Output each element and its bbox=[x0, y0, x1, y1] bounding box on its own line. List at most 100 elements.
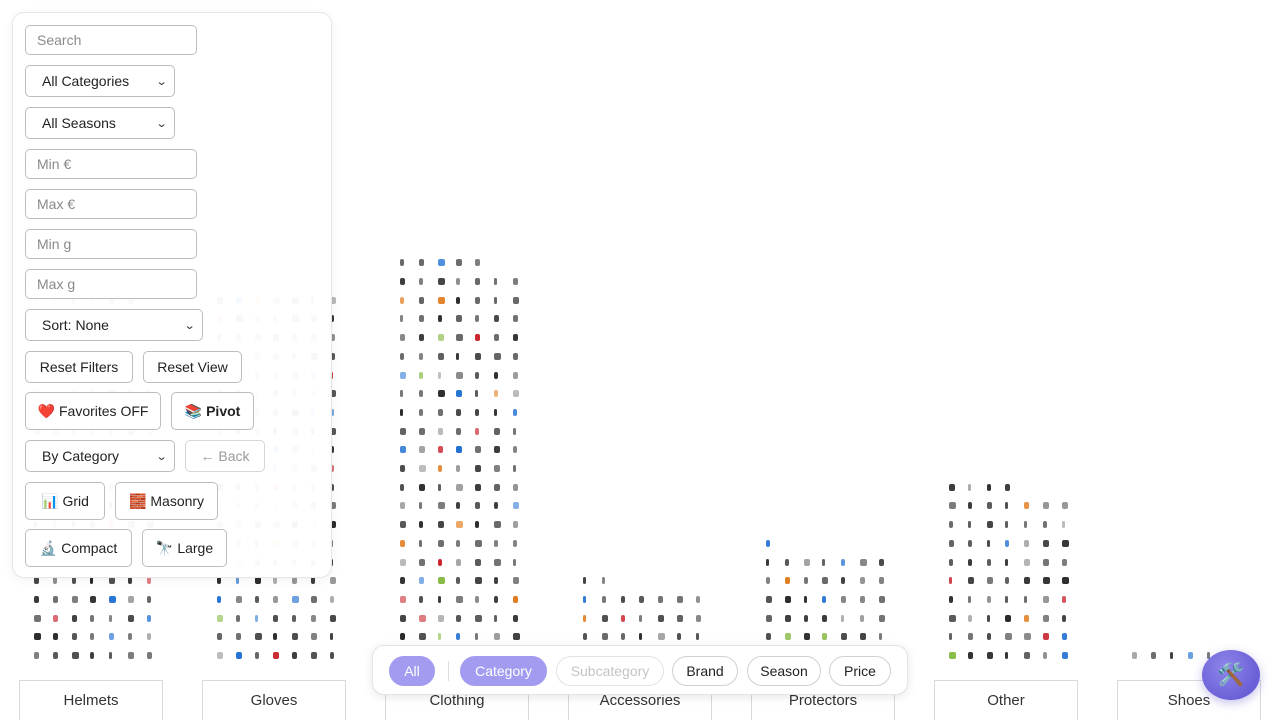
product-thumbnail[interactable] bbox=[90, 577, 94, 585]
product-thumbnail[interactable] bbox=[494, 595, 498, 603]
product-thumbnail[interactable] bbox=[311, 577, 315, 585]
product-thumbnail[interactable] bbox=[784, 595, 791, 603]
product-thumbnail[interactable] bbox=[860, 633, 866, 641]
product-thumbnail[interactable] bbox=[601, 595, 606, 603]
product-thumbnail[interactable] bbox=[639, 595, 645, 603]
product-thumbnail[interactable] bbox=[273, 633, 278, 641]
product-thumbnail[interactable] bbox=[475, 633, 479, 641]
compact-size-button[interactable]: 🔬 Compact bbox=[25, 529, 132, 567]
product-thumbnail[interactable] bbox=[878, 614, 885, 622]
product-thumbnail[interactable] bbox=[878, 633, 882, 641]
product-thumbnail[interactable] bbox=[437, 259, 445, 267]
product-thumbnail[interactable] bbox=[766, 614, 772, 622]
reset-filters-button[interactable]: Reset Filters bbox=[25, 351, 133, 383]
product-thumbnail[interactable] bbox=[949, 521, 953, 529]
product-thumbnail[interactable] bbox=[329, 577, 336, 585]
product-thumbnail[interactable] bbox=[986, 539, 990, 547]
product-thumbnail[interactable] bbox=[1061, 652, 1068, 659]
product-thumbnail[interactable] bbox=[1061, 521, 1065, 529]
product-thumbnail[interactable] bbox=[437, 558, 442, 566]
product-thumbnail[interactable] bbox=[400, 390, 403, 398]
product-thumbnail[interactable] bbox=[235, 652, 242, 659]
product-thumbnail[interactable] bbox=[217, 577, 221, 585]
product-thumbnail[interactable] bbox=[822, 558, 826, 566]
product-thumbnail[interactable] bbox=[494, 408, 497, 416]
product-thumbnail[interactable] bbox=[658, 633, 666, 641]
back-button[interactable]: ← Back bbox=[185, 440, 265, 472]
product-thumbnail[interactable] bbox=[90, 614, 95, 622]
product-thumbnail[interactable] bbox=[146, 614, 151, 622]
product-thumbnail[interactable] bbox=[494, 521, 501, 529]
product-thumbnail[interactable] bbox=[52, 595, 58, 603]
product-thumbnail[interactable] bbox=[456, 296, 461, 304]
product-thumbnail[interactable] bbox=[1043, 633, 1049, 641]
product-thumbnail[interactable] bbox=[841, 633, 848, 641]
product-thumbnail[interactable] bbox=[400, 577, 405, 585]
product-thumbnail[interactable] bbox=[456, 502, 461, 510]
product-thumbnail[interactable] bbox=[841, 577, 846, 585]
product-thumbnail[interactable] bbox=[494, 390, 498, 398]
product-thumbnail[interactable] bbox=[418, 334, 424, 342]
product-thumbnail[interactable] bbox=[949, 539, 954, 547]
product-thumbnail[interactable] bbox=[311, 652, 317, 659]
product-thumbnail[interactable] bbox=[1024, 633, 1032, 641]
product-thumbnail[interactable] bbox=[475, 259, 481, 267]
product-thumbnail[interactable] bbox=[494, 577, 498, 585]
product-thumbnail[interactable] bbox=[860, 558, 867, 566]
product-thumbnail[interactable] bbox=[766, 595, 772, 603]
product-thumbnail[interactable] bbox=[437, 315, 442, 323]
product-thumbnail[interactable] bbox=[860, 595, 865, 603]
favorites-toggle-button[interactable]: ❤️ Favorites OFF bbox=[25, 392, 161, 430]
product-thumbnail[interactable] bbox=[456, 483, 464, 491]
product-thumbnail[interactable] bbox=[1061, 595, 1066, 603]
product-thumbnail[interactable] bbox=[456, 539, 461, 547]
product-thumbnail[interactable] bbox=[418, 296, 424, 304]
product-thumbnail[interactable] bbox=[456, 427, 462, 435]
min-price-input[interactable] bbox=[25, 149, 197, 179]
product-thumbnail[interactable] bbox=[695, 614, 701, 622]
product-thumbnail[interactable] bbox=[512, 558, 516, 566]
product-thumbnail[interactable] bbox=[418, 371, 423, 379]
product-thumbnail[interactable] bbox=[1043, 521, 1047, 529]
product-thumbnail[interactable] bbox=[583, 614, 586, 622]
product-thumbnail[interactable] bbox=[658, 614, 665, 622]
product-thumbnail[interactable] bbox=[329, 633, 333, 641]
product-thumbnail[interactable] bbox=[34, 577, 39, 585]
product-thumbnail[interactable] bbox=[254, 633, 262, 641]
product-thumbnail[interactable] bbox=[878, 558, 884, 566]
product-thumbnail[interactable] bbox=[437, 577, 445, 585]
product-thumbnail[interactable] bbox=[437, 614, 444, 622]
season-pill[interactable]: Season bbox=[747, 656, 821, 686]
product-thumbnail[interactable] bbox=[34, 633, 41, 641]
product-thumbnail[interactable] bbox=[512, 371, 518, 379]
product-thumbnail[interactable] bbox=[803, 633, 810, 641]
product-thumbnail[interactable] bbox=[949, 595, 953, 603]
product-thumbnail[interactable] bbox=[329, 595, 334, 603]
product-thumbnail[interactable] bbox=[400, 539, 405, 547]
product-thumbnail[interactable] bbox=[109, 595, 117, 603]
product-thumbnail[interactable] bbox=[878, 577, 884, 585]
product-thumbnail[interactable] bbox=[695, 633, 699, 641]
product-thumbnail[interactable] bbox=[109, 633, 115, 641]
product-thumbnail[interactable] bbox=[418, 483, 425, 491]
product-thumbnail[interactable] bbox=[52, 633, 58, 641]
pivot-button[interactable]: 📚 Pivot bbox=[171, 392, 254, 430]
product-thumbnail[interactable] bbox=[1061, 502, 1068, 510]
product-thumbnail[interactable] bbox=[71, 652, 79, 659]
product-thumbnail[interactable] bbox=[494, 502, 498, 510]
product-thumbnail[interactable] bbox=[1132, 652, 1137, 659]
product-thumbnail[interactable] bbox=[109, 614, 113, 622]
product-thumbnail[interactable] bbox=[1005, 633, 1013, 641]
product-thumbnail[interactable] bbox=[456, 577, 461, 585]
product-thumbnail[interactable] bbox=[1043, 502, 1049, 510]
product-thumbnail[interactable] bbox=[456, 334, 464, 342]
product-thumbnail[interactable] bbox=[475, 334, 481, 342]
product-thumbnail[interactable] bbox=[475, 465, 482, 472]
product-thumbnail[interactable] bbox=[437, 465, 442, 472]
product-thumbnail[interactable] bbox=[34, 652, 39, 659]
product-thumbnail[interactable] bbox=[418, 465, 426, 472]
product-thumbnail[interactable] bbox=[512, 483, 518, 491]
all-pill[interactable]: All bbox=[389, 656, 435, 686]
product-thumbnail[interactable] bbox=[766, 539, 770, 547]
product-thumbnail[interactable] bbox=[986, 633, 991, 641]
